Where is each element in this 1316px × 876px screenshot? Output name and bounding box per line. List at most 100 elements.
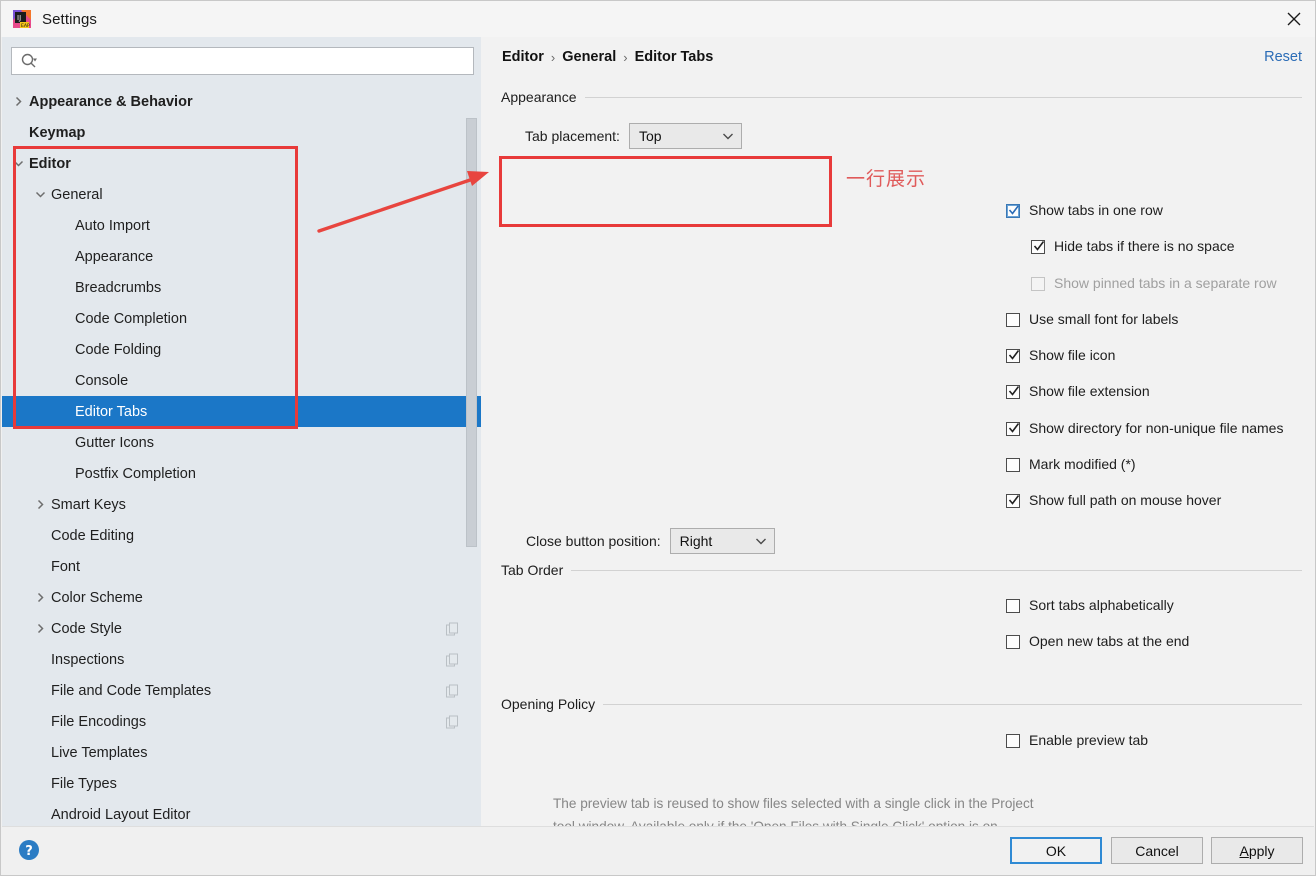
breadcrumb: Editor › General › Editor Tabs — [502, 49, 713, 65]
checkbox-mark-modified[interactable]: Mark modified (*) — [1006, 456, 1136, 472]
copy-settings-icon[interactable] — [446, 653, 459, 666]
checkbox-show-file-extension[interactable]: Show file extension — [1006, 383, 1150, 399]
breadcrumb-item-editor-tabs[interactable]: Editor Tabs — [635, 49, 714, 65]
ok-button[interactable]: OK — [1010, 837, 1102, 864]
sidebar-item-gutter-icons[interactable]: Gutter Icons — [2, 427, 481, 458]
group-label: Tab Order — [501, 562, 564, 578]
sidebar-item-label: Inspections — [51, 651, 125, 668]
checkbox-label: Show file icon — [1029, 347, 1116, 363]
sidebar-item-code-editing[interactable]: Code Editing — [2, 520, 481, 551]
checkbox-indicator[interactable] — [1006, 204, 1020, 218]
tab-placement-label: Tab placement: — [525, 128, 620, 144]
help-question-icon[interactable]: ? — [18, 839, 40, 861]
checkbox-show-file-icon[interactable]: Show file icon — [1006, 347, 1115, 363]
close-button-position-select[interactable]: Right — [669, 528, 775, 554]
sidebar-item-auto-import[interactable]: Auto Import — [2, 210, 481, 241]
chevron-right-icon[interactable] — [34, 622, 47, 635]
sidebar-item-file-encodings[interactable]: File Encodings — [2, 706, 481, 737]
sidebar-item-color-scheme[interactable]: Color Scheme — [2, 582, 481, 613]
checkbox-label: Open new tabs at the end — [1029, 633, 1190, 649]
checkbox-show-tabs-in-one-row[interactable]: Show tabs in one row — [1006, 202, 1163, 218]
checkbox-open-new-tabs-at-the-end[interactable]: Open new tabs at the end — [1006, 633, 1189, 649]
chevron-right-icon[interactable] — [12, 95, 25, 108]
checkbox-show-full-path-on-mouse-hover[interactable]: Show full path on mouse hover — [1006, 492, 1221, 508]
sidebar-item-code-style[interactable]: Code Style — [2, 613, 481, 644]
group-divider — [584, 96, 1302, 98]
breadcrumb-item-general[interactable]: General — [562, 49, 616, 65]
sidebar-item-label: Gutter Icons — [75, 434, 154, 451]
sidebar-item-appearance-behavior[interactable]: Appearance & Behavior — [2, 86, 481, 117]
ok-button-label: OK — [1045, 842, 1067, 859]
checkbox-label: Mark modified (*) — [1029, 456, 1136, 472]
sidebar-item-label: Color Scheme — [51, 589, 143, 606]
group-header-tab-order: Tab Order — [501, 562, 1302, 578]
chevron-down-icon[interactable] — [12, 157, 25, 170]
sidebar-item-appearance[interactable]: Appearance — [2, 241, 481, 272]
copy-settings-icon[interactable] — [446, 622, 459, 635]
sidebar-item-postfix-completion[interactable]: Postfix Completion — [2, 458, 481, 489]
reset-link[interactable]: Reset — [1264, 49, 1302, 65]
sidebar-item-font[interactable]: Font — [2, 551, 481, 582]
tab-placement-value: Top — [638, 128, 662, 144]
sidebar-item-console[interactable]: Console — [2, 365, 481, 396]
sidebar-item-code-folding[interactable]: Code Folding — [2, 334, 481, 365]
cancel-button[interactable]: Cancel — [1111, 837, 1203, 864]
settings-tree[interactable]: Appearance & Behavior Keymap Editor General… — [2, 86, 481, 827]
sidebar-item-label: Appearance — [75, 248, 154, 265]
search-input[interactable] — [42, 52, 462, 70]
checkbox-show-directory-for-non-unique-file-names[interactable]: Show directory for non-unique file names — [1006, 420, 1283, 436]
chevron-right-icon[interactable] — [34, 498, 47, 511]
close-icon[interactable] — [1271, 1, 1315, 37]
sidebar-item-label: Android Layout Editor — [51, 806, 191, 823]
sidebar-item-editor-tabs[interactable]: Editor Tabs — [2, 396, 481, 427]
sidebar-item-code-completion[interactable]: Code Completion — [2, 303, 481, 334]
sidebar-item-editor[interactable]: Editor — [2, 148, 481, 179]
sidebar-item-file-types[interactable]: File Types — [2, 768, 481, 799]
checkbox-sort-tabs-alphabetically[interactable]: Sort tabs alphabetically — [1006, 597, 1174, 613]
sidebar-item-live-templates[interactable]: Live Templates — [2, 737, 481, 768]
checkbox-use-small-font-for-labels[interactable]: Use small font for labels — [1006, 311, 1178, 327]
sidebar-item-android-layout-editor[interactable]: Android Layout Editor — [2, 799, 481, 827]
chevron-down-icon[interactable] — [34, 188, 47, 201]
close-button-position-value: Right — [679, 533, 713, 549]
checkbox-indicator[interactable] — [1006, 385, 1020, 399]
checkbox-indicator[interactable] — [1006, 494, 1020, 508]
checkbox-indicator[interactable] — [1006, 349, 1020, 363]
apply-button-label: Apply — [1239, 842, 1275, 859]
checkbox-hide-tabs-if-there-is-no-space[interactable]: Hide tabs if there is no space — [1031, 238, 1235, 254]
copy-settings-icon[interactable] — [446, 684, 459, 697]
sidebar-item-general[interactable]: General — [2, 179, 481, 210]
chevron-down-icon — [722, 132, 734, 140]
checkbox-indicator — [1031, 277, 1045, 291]
sidebar-item-label: File Types — [51, 775, 117, 792]
group-divider — [571, 569, 1302, 571]
sidebar-item-smart-keys[interactable]: Smart Keys — [2, 489, 481, 520]
svg-text:IJ: IJ — [17, 14, 21, 22]
checkbox-indicator[interactable] — [1006, 458, 1020, 472]
checkbox-indicator[interactable] — [1006, 599, 1020, 613]
checkbox-show-pinned-tabs-in-a-separate-row: Show pinned tabs in a separate row — [1031, 275, 1277, 291]
chevron-right-icon[interactable] — [34, 591, 47, 604]
search-box[interactable] — [11, 47, 474, 75]
checkbox-indicator[interactable] — [1006, 635, 1020, 649]
chevron-down-icon — [755, 537, 767, 545]
sidebar-item-breadcrumbs[interactable]: Breadcrumbs — [2, 272, 481, 303]
apply-button[interactable]: Apply — [1211, 837, 1303, 864]
checkbox-indicator[interactable] — [1006, 734, 1020, 748]
sidebar-item-label: General — [51, 186, 103, 203]
copy-settings-icon[interactable] — [446, 715, 459, 728]
sidebar-item-keymap[interactable]: Keymap — [2, 117, 481, 148]
breadcrumb-item-editor[interactable]: Editor — [502, 49, 544, 65]
sidebar-item-file-and-code-templates[interactable]: File and Code Templates — [2, 675, 481, 706]
sidebar-scrollbar-thumb[interactable] — [466, 118, 477, 547]
sidebar-item-label: Appearance & Behavior — [29, 93, 193, 110]
breadcrumb-separator-icon: › — [623, 49, 628, 65]
checkbox-indicator[interactable] — [1006, 422, 1020, 436]
tab-placement-select[interactable]: Top — [628, 123, 742, 149]
checkbox-enable-preview-tab[interactable]: Enable preview tab — [1006, 732, 1148, 748]
checkbox-indicator[interactable] — [1031, 240, 1045, 254]
sidebar-item-inspections[interactable]: Inspections — [2, 644, 481, 675]
checkbox-indicator[interactable] — [1006, 313, 1020, 327]
group-divider — [603, 703, 1302, 705]
checkbox-label: Show pinned tabs in a separate row — [1054, 275, 1277, 291]
